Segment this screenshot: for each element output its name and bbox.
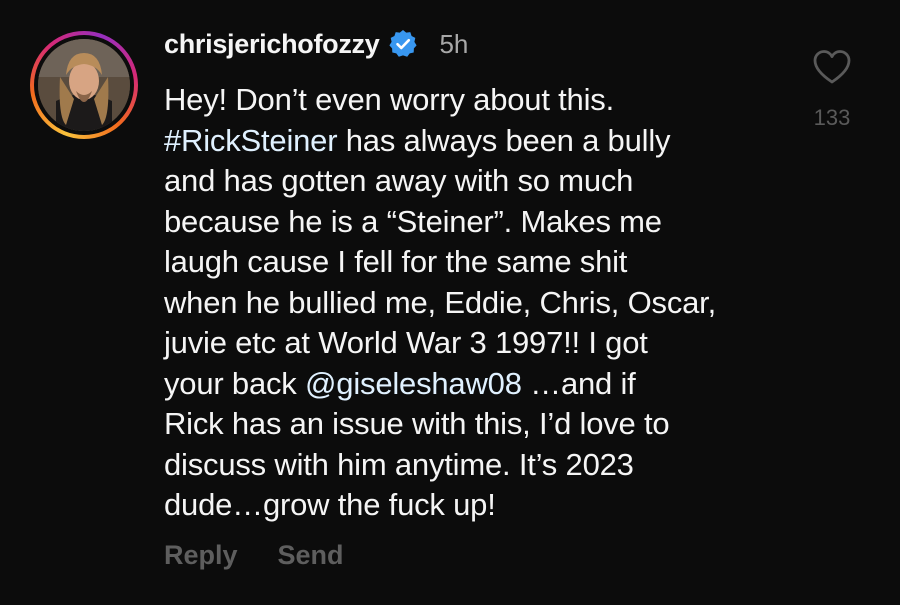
comment-text: …and if: [521, 365, 636, 401]
timestamp: 5h: [439, 28, 469, 59]
comment-text-line: because he is a “Steiner”. Makes me: [164, 202, 784, 243]
reply-button[interactable]: Reply: [164, 540, 238, 571]
heart-outline-icon[interactable]: [812, 48, 852, 91]
comment-header: chrisjerichofozzy 5h: [164, 24, 468, 64]
avatar-gap: [34, 35, 134, 135]
comment-text: when he bullied me, Eddie, Chris, Oscar,: [164, 284, 716, 320]
avatar-image: [38, 39, 130, 131]
comment-text-line: your back @giseleshaw08 …and if: [164, 364, 784, 405]
comment-text: Rick has an issue with this, I’d love to: [164, 406, 670, 441]
comment-text: dude…grow the fuck up!: [164, 487, 496, 522]
comment-text: juvie etc at World War 3 1997!! I got: [164, 325, 648, 360]
comment-text: Hey! Don’t even worry about this.: [164, 82, 614, 117]
comment-text-line: Hey! Don’t even worry about this.: [164, 80, 784, 121]
comment-text-line: and has gotten away with so much: [164, 161, 784, 202]
comment-text-line: juvie etc at World War 3 1997!! I got: [164, 323, 784, 364]
like-count: 133: [813, 105, 851, 130]
comment-text: discuss with him anytime. It’s 2023: [164, 446, 634, 482]
verified-badge-icon: [388, 29, 418, 59]
comment-body: Hey! Don’t even worry about this. #RickSt…: [164, 80, 784, 526]
comment-text-line: when he bullied me, Eddie, Chris, Oscar,: [164, 283, 784, 324]
comment-text: because he is a “Steiner”. Makes me: [164, 203, 662, 239]
hashtag-link[interactable]: #RickSteiner: [164, 123, 338, 158]
avatar-story-ring[interactable]: [30, 31, 138, 139]
comment: chrisjerichofozzy 5h Hey! Don’t even wor…: [0, 0, 900, 605]
comment-text-line: #RickSteiner has always been a bully: [164, 121, 784, 162]
comment-text: your back: [164, 365, 306, 401]
like-column: 133: [797, 48, 867, 131]
comment-text-line: discuss with him anytime. It’s 2023: [164, 445, 784, 486]
comment-text: and has gotten away with so much: [164, 163, 634, 198]
send-button[interactable]: Send: [278, 540, 344, 571]
comment-text-line: Rick has an issue with this, I’d love to: [164, 404, 784, 445]
avatar[interactable]: [38, 39, 130, 131]
comment-text-line: laugh cause I fell for the same shit: [164, 242, 784, 283]
mention-link[interactable]: @giseleshaw08: [305, 366, 522, 401]
username[interactable]: chrisjerichofozzy: [164, 29, 380, 60]
comment-text: has always been a bully: [337, 122, 671, 158]
comment-actions: Reply Send: [164, 540, 344, 571]
comment-text: laugh cause I fell for the same shit: [164, 244, 628, 279]
comment-text-line: dude…grow the fuck up!: [164, 485, 784, 526]
